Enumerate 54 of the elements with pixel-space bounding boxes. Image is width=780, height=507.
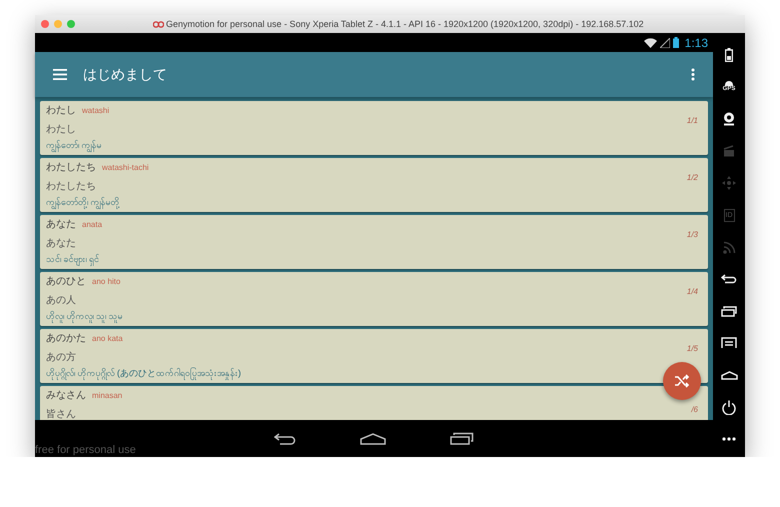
reading-text: あなた: [46, 237, 77, 251]
reading-text: 皆さん: [46, 408, 77, 420]
overflow-menu-icon[interactable]: [691, 68, 695, 81]
app-logo-icon: [153, 20, 164, 28]
romaji-text: watashi-tachi: [102, 163, 149, 172]
window-title: Genymotion for personal use - Sony Xperia Tablet Z - 4.1.1 - API 16 - 1920x1200 (1920x1200, 320dpi) - 192.168.57.102: [166, 19, 644, 29]
romaji-text: ano hito: [92, 277, 120, 286]
power-icon[interactable]: [722, 400, 736, 414]
word-text: あのかた: [46, 332, 86, 345]
card-counter: 1/1: [686, 115, 698, 127]
card-counter: 1/4: [686, 286, 698, 298]
romaji-text: watashi: [82, 106, 110, 115]
word-text: わたし: [46, 104, 76, 117]
reading-text: あの方: [46, 350, 77, 365]
signal-icon: [660, 38, 670, 48]
word-card[interactable]: あのかた ano kata あの方 ဟိုပုဂ္ဂိုလ်၊ ဟိုကပုဂ္ဂိုလ် (あのひとထက်ဂါရဝပြုအသုံးအနှုန်း) 1/5: [40, 329, 708, 383]
word-text: あのひと: [46, 275, 86, 288]
reading-text: あの人: [46, 294, 77, 308]
word-card[interactable]: みなさん minasan 皆さん /6: [40, 386, 708, 420]
word-card[interactable]: わたしたち watashi-tachi わたしたち ကျွန်တော်တို့၊ ကျွန်မတို့ 1/2: [40, 158, 708, 212]
home-icon[interactable]: [360, 432, 386, 444]
shuffle-icon: [674, 374, 690, 388]
menu-icon[interactable]: [721, 337, 737, 349]
reading-text: わたし: [46, 123, 77, 137]
recent-apps-icon[interactable]: [721, 306, 737, 316]
word-card[interactable]: あなた anata あなた သင်၊ ခင်ဗျား၊ ရှင် 1/3: [40, 215, 708, 269]
app-title: はじめまして: [83, 66, 168, 84]
recent-apps-icon[interactable]: [450, 432, 474, 445]
more-options-icon[interactable]: [722, 437, 736, 441]
word-card[interactable]: あのひと ano hito あの人 ဟိုလူ၊ ဟိုကလူ၊ သူ၊ သူမ 1/4: [40, 272, 708, 326]
reading-text: わたしたち: [46, 180, 97, 194]
back-icon[interactable]: [274, 432, 296, 444]
romaji-text: anata: [82, 220, 102, 229]
meaning-text: ကျွန်တော်တို့၊ ကျွန်မတို့: [46, 196, 121, 209]
word-text: わたしたち: [46, 161, 96, 174]
romaji-text: minasan: [92, 391, 122, 400]
meaning-text: သင်၊ ခင်ဗျား၊ ရှင်: [46, 253, 100, 266]
battery-icon: [672, 37, 679, 48]
card-counter: 1/5: [686, 343, 698, 355]
romaji-text: ano kata: [92, 334, 123, 343]
card-counter: /6: [691, 404, 698, 416]
meaning-text: ကျွန်တော်၊ ကျွန်မ: [46, 139, 103, 152]
meaning-text: ဟိုလူ၊ ဟိုကလူ၊ သူ၊ သူမ: [46, 310, 124, 323]
card-counter: 1/2: [686, 172, 698, 184]
emulator-notice: free for personal use: [35, 444, 136, 456]
meaning-text: ဟိုပုဂ္ဂိုလ်၊ ဟိုကပုဂ္ဂိုလ် (あのひとထက်ဂါရဝပြုအသုံးအနှုန်း): [46, 367, 242, 380]
word-text: あなた: [46, 218, 76, 231]
wifi-icon: [644, 38, 657, 48]
clock-time: 1:13: [684, 36, 708, 50]
word-text: みなさん: [46, 389, 86, 402]
webcam-icon[interactable]: [723, 112, 735, 126]
battery-icon[interactable]: [725, 48, 733, 62]
card-counter: 1/3: [686, 229, 698, 241]
word-card[interactable]: わたし watashi わたし ကျွန်တော်၊ ကျွန်မ 1/1: [40, 101, 708, 155]
